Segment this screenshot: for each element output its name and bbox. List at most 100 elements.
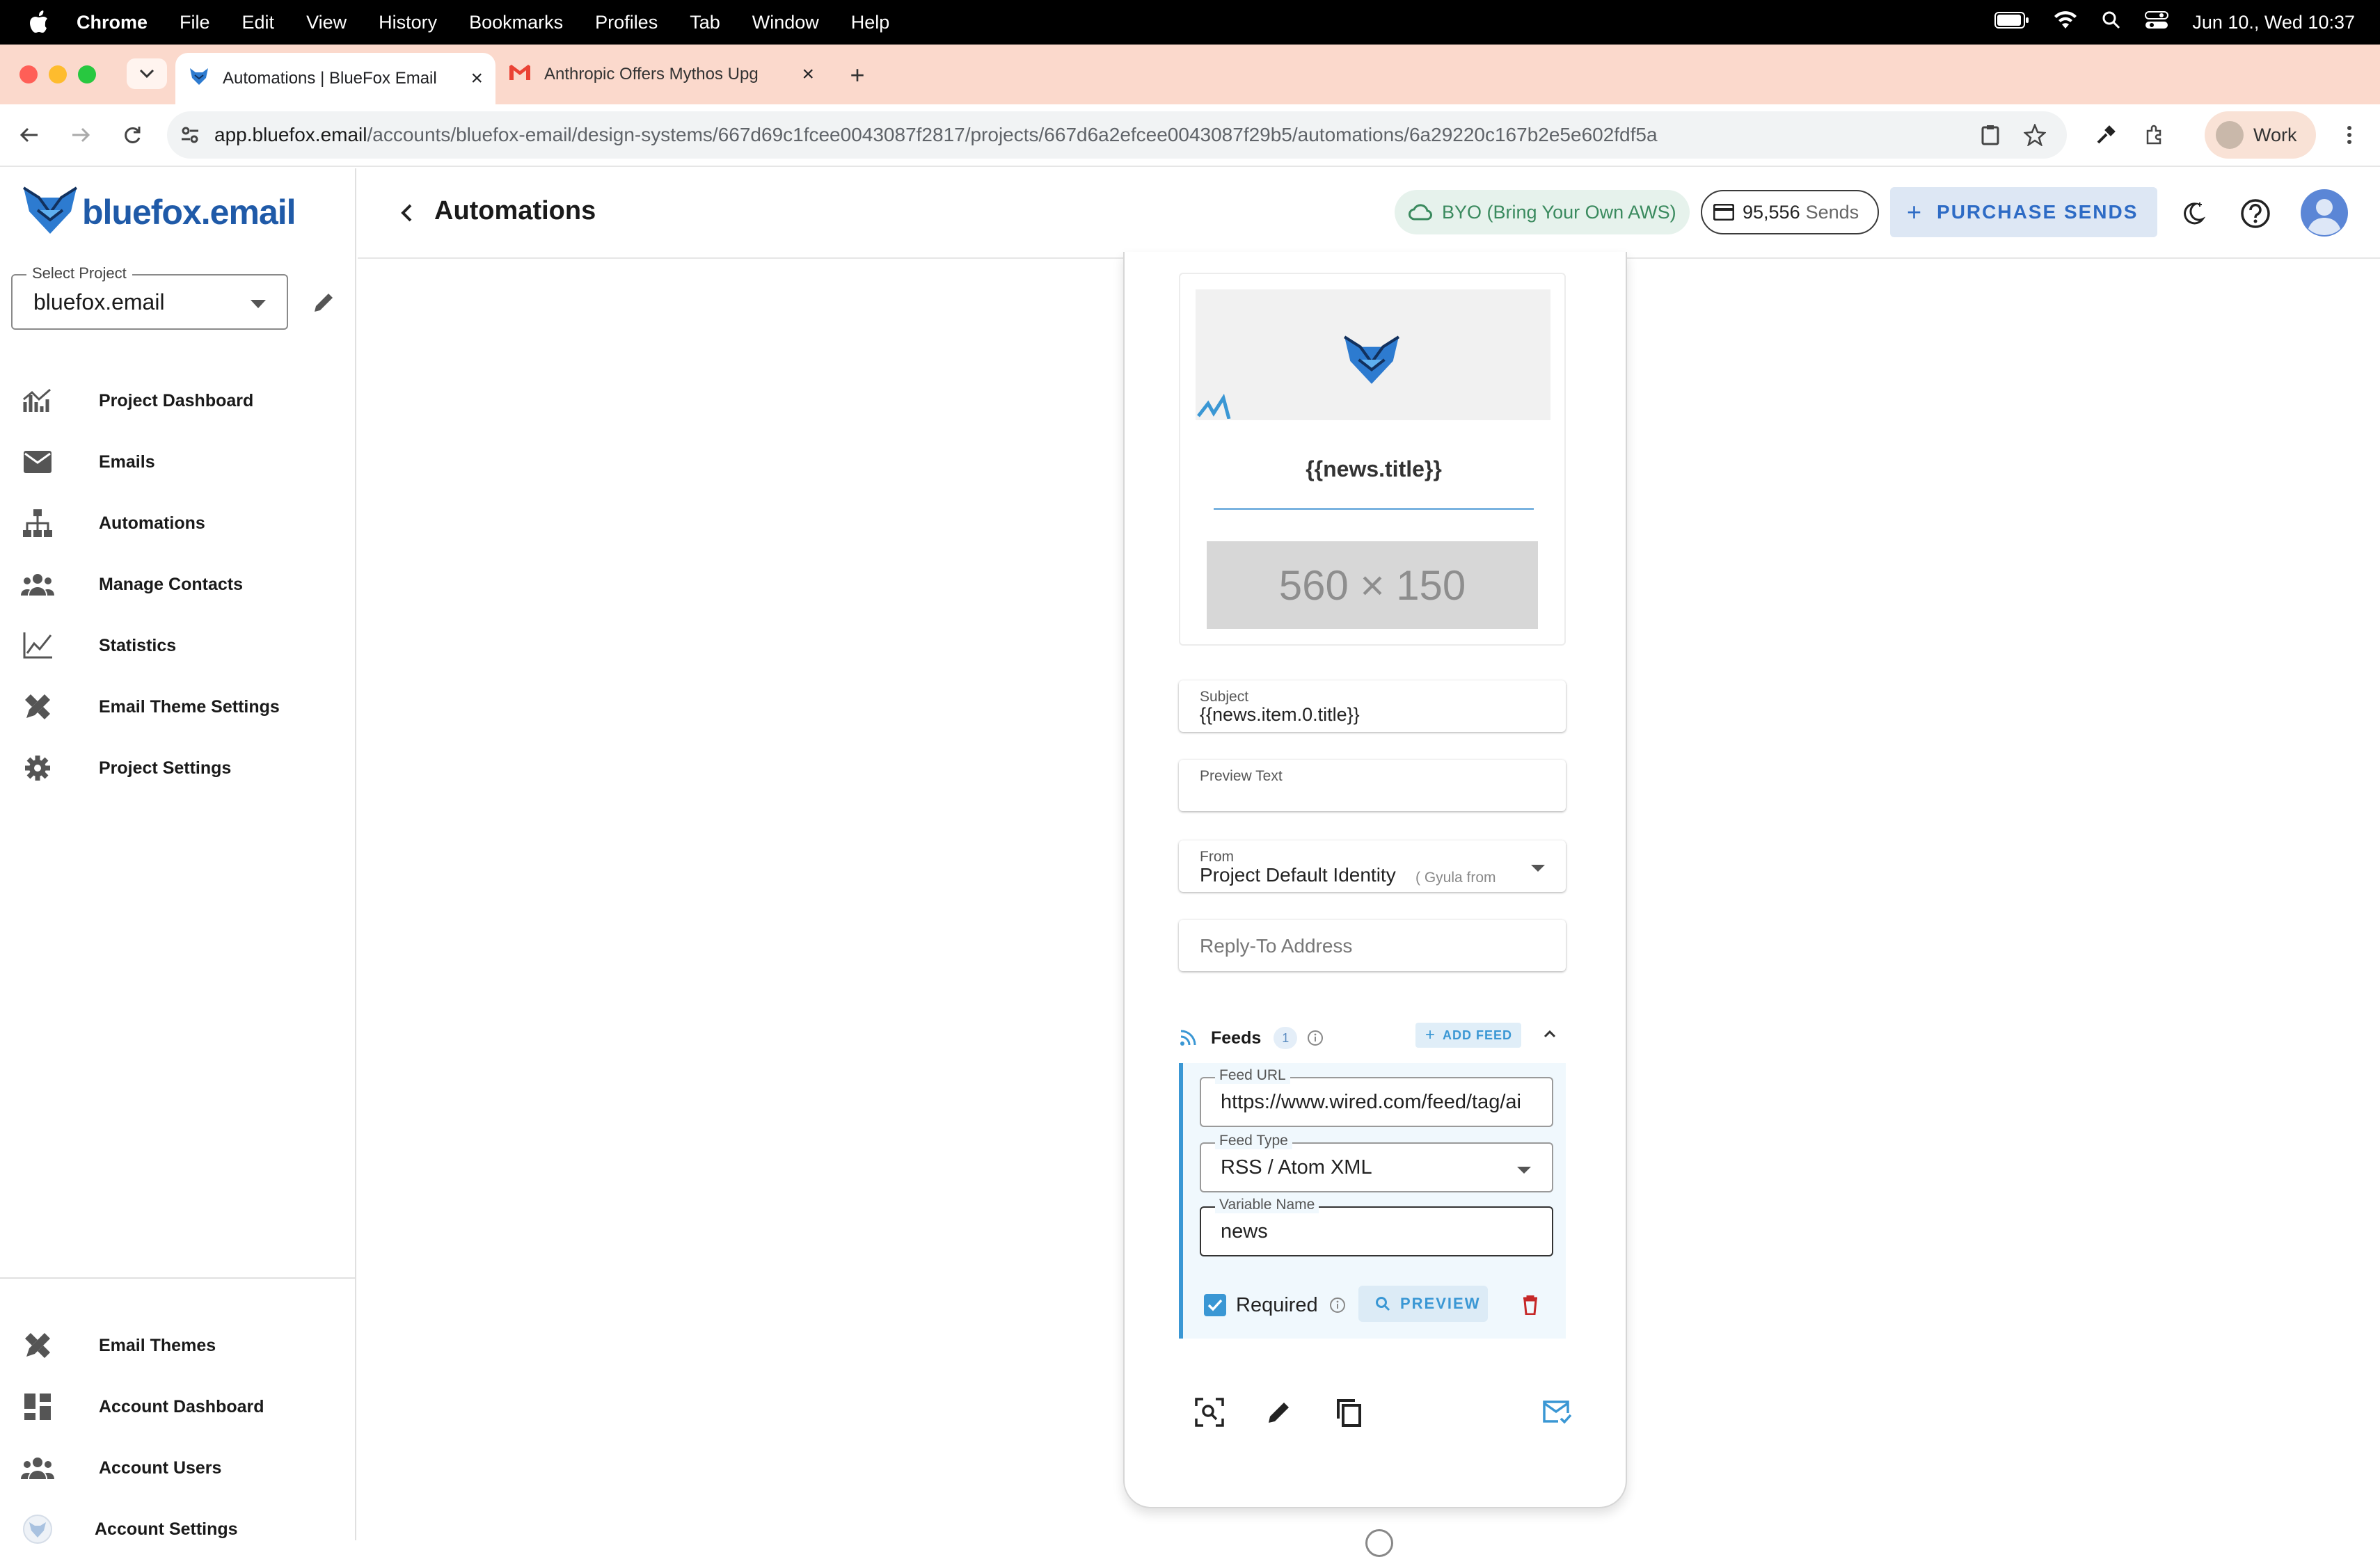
add-step-circle-icon[interactable]	[1365, 1529, 1393, 1557]
nav-label: Automations	[99, 513, 205, 533]
line-chart-icon	[17, 625, 58, 666]
duplicate-copy-icon[interactable]	[1331, 1394, 1367, 1430]
nav-account-users[interactable]: Account Users	[0, 1440, 355, 1496]
menu-edit[interactable]: Edit	[242, 12, 275, 33]
forward-arrow-icon[interactable]	[67, 121, 95, 149]
project-select[interactable]: Select Project bluefox.email	[11, 264, 288, 330]
back-arrow-icon[interactable]	[15, 121, 43, 149]
control-center-icon[interactable]	[2145, 10, 2169, 35]
edit-pencil-icon[interactable]	[1261, 1394, 1297, 1430]
tab-search-chevron-icon[interactable]	[127, 58, 167, 89]
window-zoom-button[interactable]	[78, 65, 96, 83]
chrome-menu-kebab-icon[interactable]	[2337, 120, 2362, 150]
preview-text-field[interactable]: Preview Text	[1179, 760, 1566, 811]
menu-tab[interactable]: Tab	[690, 12, 720, 33]
site-info-icon[interactable]	[180, 125, 200, 145]
nav-email-theme-settings[interactable]: Email Theme Settings	[0, 679, 355, 735]
nav-account-dashboard[interactable]: Account Dashboard	[0, 1379, 355, 1435]
nav-automations[interactable]: Automations	[0, 495, 355, 551]
feed-url-value: https://www.wired.com/feed/tag/ai	[1221, 1091, 1521, 1113]
help-icon[interactable]	[2237, 195, 2274, 232]
menu-history[interactable]: History	[379, 12, 437, 33]
nav-statistics[interactable]: Statistics	[0, 618, 355, 673]
extensions-puzzle-icon[interactable]	[2139, 120, 2170, 150]
battery-icon[interactable]	[1994, 11, 2029, 33]
spotlight-search-icon[interactable]	[2102, 10, 2121, 35]
menu-window[interactable]: Window	[752, 12, 819, 33]
nav-project-settings[interactable]: Project Settings	[0, 740, 355, 796]
eyedropper-extension-icon[interactable]	[2091, 120, 2121, 150]
nav-emails[interactable]: Emails	[0, 434, 355, 490]
send-test-mail-icon[interactable]	[1539, 1394, 1576, 1430]
info-icon[interactable]	[1307, 1030, 1324, 1046]
nav-label: Project Settings	[99, 758, 232, 778]
url-host: app.bluefox.email	[214, 124, 367, 145]
menubar-clock[interactable]: Jun 10., Wed 10:37	[2192, 12, 2355, 33]
menu-file[interactable]: File	[180, 12, 210, 33]
account-avatar-icon	[17, 1508, 58, 1550]
back-chevron-icon[interactable]	[392, 199, 420, 227]
feed-url-field[interactable]: Feed URL https://www.wired.com/feed/tag/…	[1200, 1067, 1553, 1127]
reply-to-placeholder: Reply-To Address	[1200, 935, 1353, 957]
email-preview[interactable]: {{news.title}} 560 × 150	[1179, 273, 1566, 646]
tab-close-icon[interactable]: ×	[802, 63, 814, 86]
feed-preview-button[interactable]: PREVIEW	[1358, 1286, 1488, 1322]
email-node-card: {{news.title}} 560 × 150 Subject {{news.…	[1123, 252, 1627, 1508]
nav-account-settings[interactable]: Account Settings	[0, 1501, 355, 1557]
menu-app-name[interactable]: Chrome	[77, 12, 148, 33]
clipboard-icon[interactable]	[1976, 121, 2004, 149]
feed-type-select[interactable]: Feed Type RSS / Atom XML	[1200, 1133, 1553, 1192]
feed-config-panel: Feed URL https://www.wired.com/feed/tag/…	[1179, 1063, 1566, 1339]
from-select[interactable]: From Project Default Identity ( Gyula fr…	[1179, 840, 1566, 892]
menu-bookmarks[interactable]: Bookmarks	[469, 12, 563, 33]
edit-project-pencil-icon[interactable]	[309, 287, 340, 317]
nav-manage-contacts[interactable]: Manage Contacts	[0, 557, 355, 612]
reload-icon[interactable]	[118, 121, 146, 149]
from-hint: ( Gyula from	[1415, 870, 1496, 886]
profile-avatar	[2216, 121, 2244, 149]
required-checkbox[interactable]	[1204, 1294, 1226, 1316]
tab-gmail[interactable]: Anthropic Offers Mythos Upg ×	[508, 53, 821, 96]
wave-decoration-icon	[1196, 387, 1241, 422]
users-icon	[17, 1447, 58, 1489]
info-icon[interactable]	[1329, 1297, 1346, 1314]
automation-canvas[interactable]: {{news.title}} 560 × 150 Subject {{news.…	[358, 252, 2380, 1557]
preview-label: PREVIEW	[1400, 1295, 1481, 1312]
reply-to-field[interactable]: Reply-To Address	[1179, 920, 1566, 971]
new-tab-plus-icon[interactable]: +	[842, 60, 873, 90]
tab-automations[interactable]: Automations | BlueFox Email ×	[175, 53, 495, 104]
user-avatar[interactable]	[2299, 188, 2349, 238]
address-bar[interactable]: app.bluefox.email /accounts/bluefox-emai…	[167, 111, 2067, 159]
sends-chip[interactable]: 95,556 Sends	[1701, 190, 1879, 234]
purchase-sends-button[interactable]: + PURCHASE SENDS	[1890, 187, 2157, 237]
wifi-icon[interactable]	[2053, 10, 2078, 35]
bluefox-logo-icon	[1342, 333, 1402, 390]
url-path: /accounts/bluefox-email/design-systems/6…	[367, 124, 1658, 145]
tab-close-icon[interactable]: ×	[470, 67, 483, 90]
gmail-favicon-icon	[508, 63, 532, 86]
dark-mode-moon-icon[interactable]	[2175, 196, 2210, 231]
variable-name-field[interactable]: Variable Name news	[1200, 1197, 1553, 1256]
menu-profiles[interactable]: Profiles	[595, 12, 658, 33]
fox-logo-icon	[21, 184, 79, 240]
window-minimize-button[interactable]	[49, 65, 67, 83]
byo-label: BYO (Bring Your Own AWS)	[1442, 201, 1676, 223]
profile-chip[interactable]: Work	[2205, 111, 2316, 159]
nav-project-dashboard[interactable]: Project Dashboard	[0, 373, 355, 429]
from-label: From	[1200, 849, 1234, 865]
menu-help[interactable]: Help	[851, 12, 890, 33]
subject-field[interactable]: Subject {{news.item.0.title}}	[1179, 680, 1566, 732]
apple-icon[interactable]	[25, 8, 53, 36]
byo-status-chip[interactable]: BYO (Bring Your Own AWS)	[1395, 190, 1690, 234]
dropdown-arrow-icon	[1517, 1165, 1531, 1177]
zoom-scan-icon[interactable]	[1191, 1394, 1228, 1430]
menu-view[interactable]: View	[306, 12, 347, 33]
bluefox-logo[interactable]: bluefox.email	[21, 184, 296, 240]
window-close-button[interactable]	[19, 65, 38, 83]
project-select-label: Select Project	[26, 264, 132, 282]
bookmark-star-icon[interactable]	[2020, 120, 2050, 150]
delete-trash-icon[interactable]	[1523, 1295, 1538, 1315]
nav-email-themes[interactable]: Email Themes	[0, 1318, 355, 1373]
collapse-chevron-up-icon[interactable]	[1544, 1030, 1556, 1038]
add-feed-button[interactable]: + ADD FEED	[1415, 1023, 1521, 1048]
